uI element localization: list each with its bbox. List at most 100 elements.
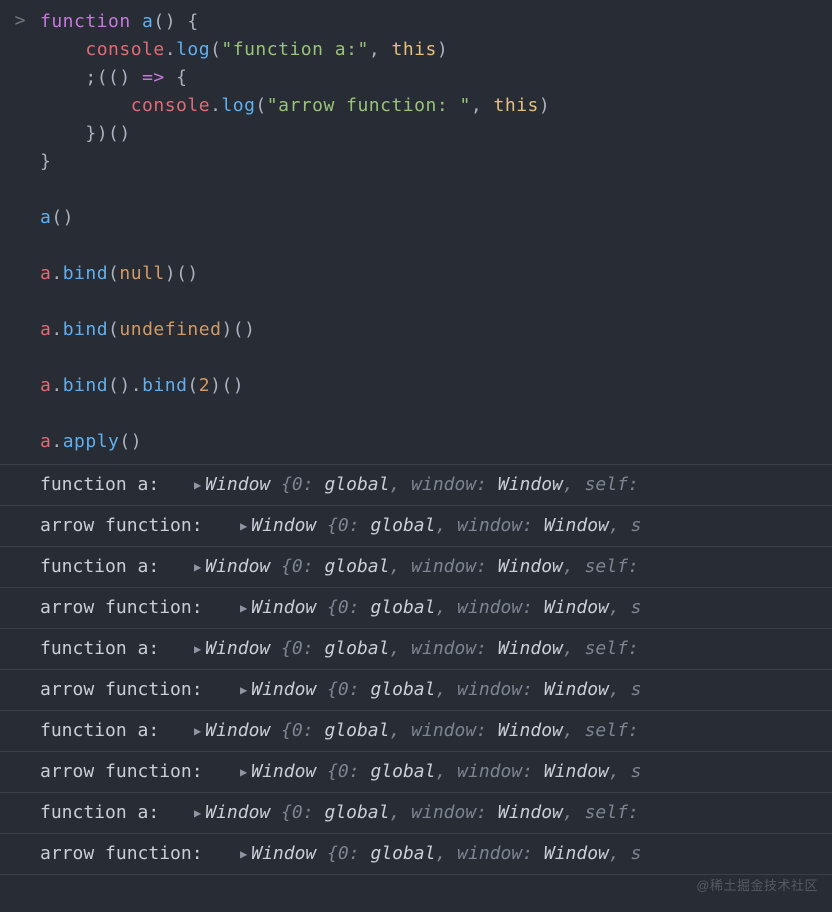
ident-a: a	[40, 319, 51, 340]
paren-close: })()	[85, 123, 130, 144]
call-a: a	[40, 207, 51, 228]
log-object-preview[interactable]: Window {0: global, window: Window, self:	[205, 472, 639, 498]
indent	[40, 67, 85, 88]
expand-triangle-icon[interactable]: ▶	[240, 677, 247, 703]
paren-close: )()	[221, 319, 255, 340]
method-bind: bind	[63, 263, 108, 284]
paren: ()	[51, 207, 74, 228]
dot: .	[51, 319, 62, 340]
expand-triangle-icon[interactable]: ▶	[240, 595, 247, 621]
function-name: a	[142, 11, 153, 32]
log-label: function a:	[40, 472, 194, 498]
console-input-block: > function a() { console.log("function a…	[0, 0, 832, 464]
null-literal: null	[119, 263, 164, 284]
paren-open: (	[108, 319, 119, 340]
string: "arrow function: "	[267, 95, 471, 116]
brace-open: {	[165, 67, 188, 88]
expand-triangle-icon[interactable]: ▶	[194, 554, 201, 580]
ident-a: a	[40, 431, 51, 452]
console-output: function a: ▶Window {0: global, window: …	[0, 464, 832, 875]
string: "function a:"	[221, 39, 368, 60]
console-prompt-icon: >	[0, 8, 40, 456]
method-log: log	[221, 95, 255, 116]
console-log-line: function a: ▶Window {0: global, window: …	[0, 547, 832, 588]
paren-open: (	[210, 39, 221, 60]
comma: ,	[369, 39, 392, 60]
paren: ()	[119, 431, 142, 452]
console-log-line: arrow function: ▶Window {0: global, wind…	[0, 670, 832, 711]
console-log-line: arrow function: ▶Window {0: global, wind…	[0, 506, 832, 547]
expand-triangle-icon[interactable]: ▶	[194, 472, 201, 498]
log-label: arrow function:	[40, 841, 240, 867]
paren: )	[119, 67, 142, 88]
log-label: function a:	[40, 554, 194, 580]
log-label: arrow function:	[40, 513, 240, 539]
method-bind: bind	[63, 319, 108, 340]
ident-a: a	[40, 375, 51, 396]
method-apply: apply	[63, 431, 120, 452]
log-object-preview[interactable]: Window {0: global, window: Window, self:	[205, 800, 639, 826]
expand-triangle-icon[interactable]: ▶	[194, 636, 201, 662]
method-bind: bind	[63, 375, 108, 396]
expand-triangle-icon[interactable]: ▶	[240, 841, 247, 867]
console-code[interactable]: function a() { console.log("function a:"…	[40, 8, 550, 456]
ident-console: console	[85, 39, 164, 60]
console-log-line: function a: ▶Window {0: global, window: …	[0, 629, 832, 670]
brace-open: {	[176, 11, 199, 32]
paren-close: )	[437, 39, 448, 60]
paren-open: (	[255, 95, 266, 116]
comma: ,	[471, 95, 494, 116]
console-log-line: arrow function: ▶Window {0: global, wind…	[0, 588, 832, 629]
watermark: @稀土掘金技术社区	[696, 875, 818, 894]
console-log-line: function a: ▶Window {0: global, window: …	[0, 711, 832, 752]
keyword-this: this	[494, 95, 539, 116]
ident-console: console	[131, 95, 210, 116]
paren-open: (	[187, 375, 198, 396]
log-label: function a:	[40, 636, 194, 662]
log-label: arrow function:	[40, 595, 240, 621]
log-object-preview[interactable]: Window {0: global, window: Window, s	[251, 759, 641, 785]
console-log-line: function a: ▶Window {0: global, window: …	[0, 793, 832, 834]
log-label: function a:	[40, 718, 194, 744]
log-object-preview[interactable]: Window {0: global, window: Window, s	[251, 841, 641, 867]
paren-close: )	[539, 95, 550, 116]
expand-triangle-icon[interactable]: ▶	[240, 513, 247, 539]
indent	[40, 39, 85, 60]
keyword-function: function	[40, 11, 131, 32]
brace-close: }	[40, 151, 51, 172]
number-literal: 2	[199, 375, 210, 396]
expand-triangle-icon[interactable]: ▶	[240, 759, 247, 785]
log-object-preview[interactable]: Window {0: global, window: Window, s	[251, 595, 641, 621]
paren: ().	[108, 375, 142, 396]
devtools-console[interactable]: > function a() { console.log("function a…	[0, 0, 832, 912]
log-label: arrow function:	[40, 759, 240, 785]
arrow-token: =>	[142, 67, 165, 88]
undefined-literal: undefined	[119, 319, 221, 340]
log-object-preview[interactable]: Window {0: global, window: Window, s	[251, 677, 641, 703]
dot: .	[51, 431, 62, 452]
log-object-preview[interactable]: Window {0: global, window: Window, self:	[205, 718, 639, 744]
dot: .	[210, 95, 221, 116]
paren-close: )()	[210, 375, 244, 396]
log-object-preview[interactable]: Window {0: global, window: Window, self:	[205, 554, 639, 580]
keyword-this: this	[392, 39, 437, 60]
dot: .	[51, 375, 62, 396]
method-log: log	[176, 39, 210, 60]
method-bind: bind	[142, 375, 187, 396]
console-log-line: arrow function: ▶Window {0: global, wind…	[0, 834, 832, 875]
console-log-line: arrow function: ▶Window {0: global, wind…	[0, 752, 832, 793]
indent	[40, 95, 131, 116]
paren: ;((	[85, 67, 119, 88]
dot: .	[165, 39, 176, 60]
log-object-preview[interactable]: Window {0: global, window: Window, self:	[205, 636, 639, 662]
paren-open: (	[108, 263, 119, 284]
log-object-preview[interactable]: Window {0: global, window: Window, s	[251, 513, 641, 539]
indent	[40, 123, 85, 144]
expand-triangle-icon[interactable]: ▶	[194, 800, 201, 826]
log-label: arrow function:	[40, 677, 240, 703]
dot: .	[51, 263, 62, 284]
paren: ()	[153, 11, 176, 32]
ident-a: a	[40, 263, 51, 284]
console-log-line: function a: ▶Window {0: global, window: …	[0, 465, 832, 506]
expand-triangle-icon[interactable]: ▶	[194, 718, 201, 744]
